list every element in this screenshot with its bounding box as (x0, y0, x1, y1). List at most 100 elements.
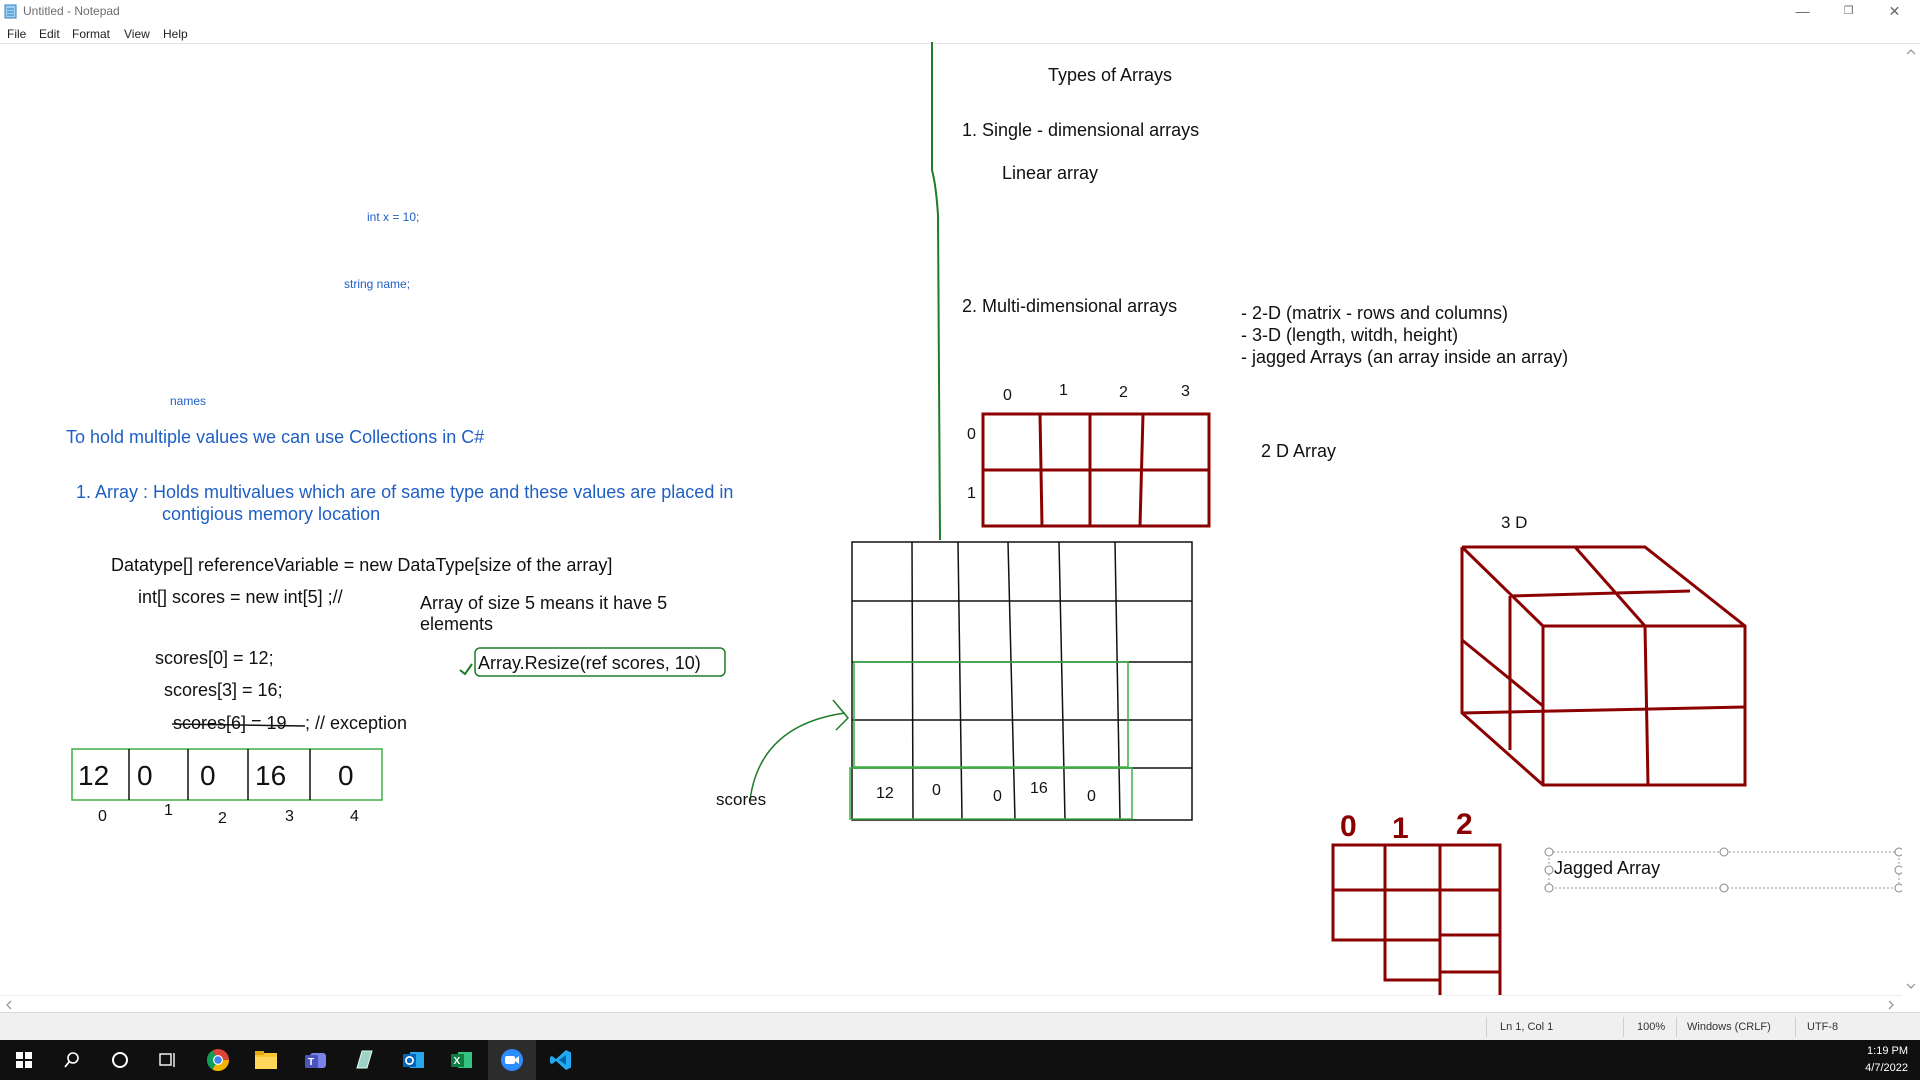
grid-cell-value: 12 (876, 785, 894, 802)
jagged-column (1438, 843, 1502, 1011)
grid-col-line (1007, 541, 1016, 821)
cursor-position: Ln 1, Col 1 (1500, 1021, 1554, 1033)
jagged-index: 1 (1392, 812, 1409, 845)
old-array-highlight (853, 661, 1129, 768)
matrix-col-line (1038, 413, 1044, 527)
note-size-comment-cont: elements (420, 614, 494, 634)
jagged-index: 0 (1340, 810, 1357, 843)
array-index: 0 (98, 808, 107, 825)
excel-button[interactable]: X (438, 1040, 486, 1080)
multi-2d-item: - 2-D (matrix - rows and columns) (1241, 303, 1509, 323)
single-dimensional-heading: 1. Single - dimensional arrays (962, 120, 1200, 140)
reference-arrow (749, 712, 846, 801)
grid-col-line (957, 541, 963, 821)
clock-date[interactable]: 4/7/2022 (1865, 1062, 1908, 1074)
task-view-button[interactable] (144, 1040, 192, 1080)
cube-edge (1573, 546, 1647, 627)
notes-app-icon (356, 1050, 373, 1069)
note-scores-0: scores[0] = 12; (155, 648, 274, 668)
scroll-left-icon[interactable] (5, 1000, 13, 1010)
task-view-icon (159, 1053, 175, 1067)
teams-button[interactable]: T (292, 1040, 340, 1080)
array-box-outline (71, 748, 383, 801)
cortana-button[interactable] (96, 1040, 144, 1080)
array-index: 1 (164, 802, 173, 819)
horizontal-scrollbar[interactable] (0, 995, 1902, 1013)
note-string-name: string name; (344, 277, 411, 291)
chrome-taskbar-button[interactable] (194, 1040, 242, 1080)
cube-edge (1461, 705, 1746, 715)
grid-frame (851, 541, 1193, 821)
cube-edge (1461, 638, 1544, 708)
note-array-definition-cont: contigious memory location (162, 504, 381, 524)
chrome-icon (207, 1049, 229, 1071)
note-array-resize: Array.Resize(ref scores, 10) (478, 653, 701, 673)
array-index: 4 (350, 808, 359, 825)
linear-array-label: Linear array (1002, 163, 1099, 183)
grid-cell-value: 0 (993, 788, 1002, 805)
scroll-up-icon[interactable] (1906, 48, 1916, 56)
jagged-column (1331, 843, 1387, 942)
windows-start-button[interactable] (0, 1040, 48, 1080)
matrix-row-index: 0 (967, 426, 976, 443)
line-ending: Windows (CRLF) (1687, 1021, 1771, 1033)
types-of-arrays-title: Types of Arrays (1048, 65, 1173, 85)
note-scores-3: scores[3] = 16; (164, 680, 283, 700)
selection-handle (1544, 865, 1554, 875)
jagged-index: 2 (1456, 808, 1473, 841)
grid-cell-value: 0 (932, 782, 941, 799)
matrix-row-index: 1 (967, 485, 976, 502)
check-mark-icon (459, 663, 473, 676)
outlook-button[interactable] (390, 1040, 438, 1080)
taskbar: T X 1:19 PM 4/7/2022 (0, 1040, 1920, 1080)
array-cell-value: 0 (200, 760, 216, 791)
array-cell-value: 0 (137, 760, 153, 791)
cube-edge (1460, 545, 1545, 628)
scroll-down-icon[interactable] (1906, 982, 1916, 990)
array-index: 3 (285, 808, 294, 825)
cube-edge (1509, 589, 1691, 598)
file-explorer-button[interactable] (242, 1040, 290, 1080)
array-index: 2 (218, 810, 227, 827)
notes-app-button[interactable] (340, 1040, 388, 1080)
jagged-column (1383, 843, 1442, 982)
grid-col-line (911, 541, 914, 821)
vertical-scrollbar[interactable] (1902, 44, 1920, 996)
encoding: UTF-8 (1807, 1021, 1839, 1033)
label-3d: 3 D (1501, 513, 1528, 532)
array-cell-value: 12 (78, 760, 110, 791)
matrix-col-index: 1 (1059, 382, 1068, 399)
outlook-icon (403, 1052, 424, 1068)
windows-start-icon (16, 1052, 32, 1068)
svg-text:T: T (308, 1057, 314, 1068)
grid-cell-value: 16 (1030, 780, 1048, 797)
selection-handle (1544, 847, 1554, 857)
zoom-button[interactable] (488, 1040, 536, 1080)
jagged-array-textbox[interactable]: Jagged Array (1554, 858, 1660, 879)
selection-handle (1544, 883, 1554, 893)
teams-icon: T (305, 1053, 326, 1068)
scroll-right-icon[interactable] (1887, 1000, 1895, 1010)
note-scores-6: scores[6] = 19 (173, 713, 287, 733)
note-datatype-syntax: Datatype[] referenceVariable = new DataT… (111, 555, 613, 575)
matrix-col-index: 3 (1181, 383, 1190, 400)
matrix-col-line (1138, 413, 1145, 527)
note-scores-label: scores (716, 790, 767, 809)
vscode-button[interactable] (537, 1040, 585, 1080)
grid-col-line (1058, 541, 1066, 821)
clock-time[interactable]: 1:19 PM (1867, 1045, 1908, 1057)
status-divider (1795, 1017, 1796, 1037)
taskbar-search-button[interactable] (48, 1040, 96, 1080)
zoom-level: 100% (1637, 1021, 1666, 1033)
note-int-x: int x = 10; (367, 210, 420, 224)
note-collections: To hold multiple values we can use Colle… (66, 427, 485, 447)
grid-cell-value: 0 (1087, 788, 1096, 805)
search-icon (64, 1052, 79, 1068)
file-explorer-icon (255, 1051, 277, 1069)
multi-jagged-item: - jagged Arrays (an array inside an arra… (1241, 347, 1569, 367)
status-divider (1623, 1017, 1624, 1037)
cortana-icon (112, 1052, 128, 1068)
array-cell-value: 0 (338, 760, 354, 791)
zoom-icon (501, 1049, 523, 1071)
divider-ink-line (931, 42, 941, 541)
